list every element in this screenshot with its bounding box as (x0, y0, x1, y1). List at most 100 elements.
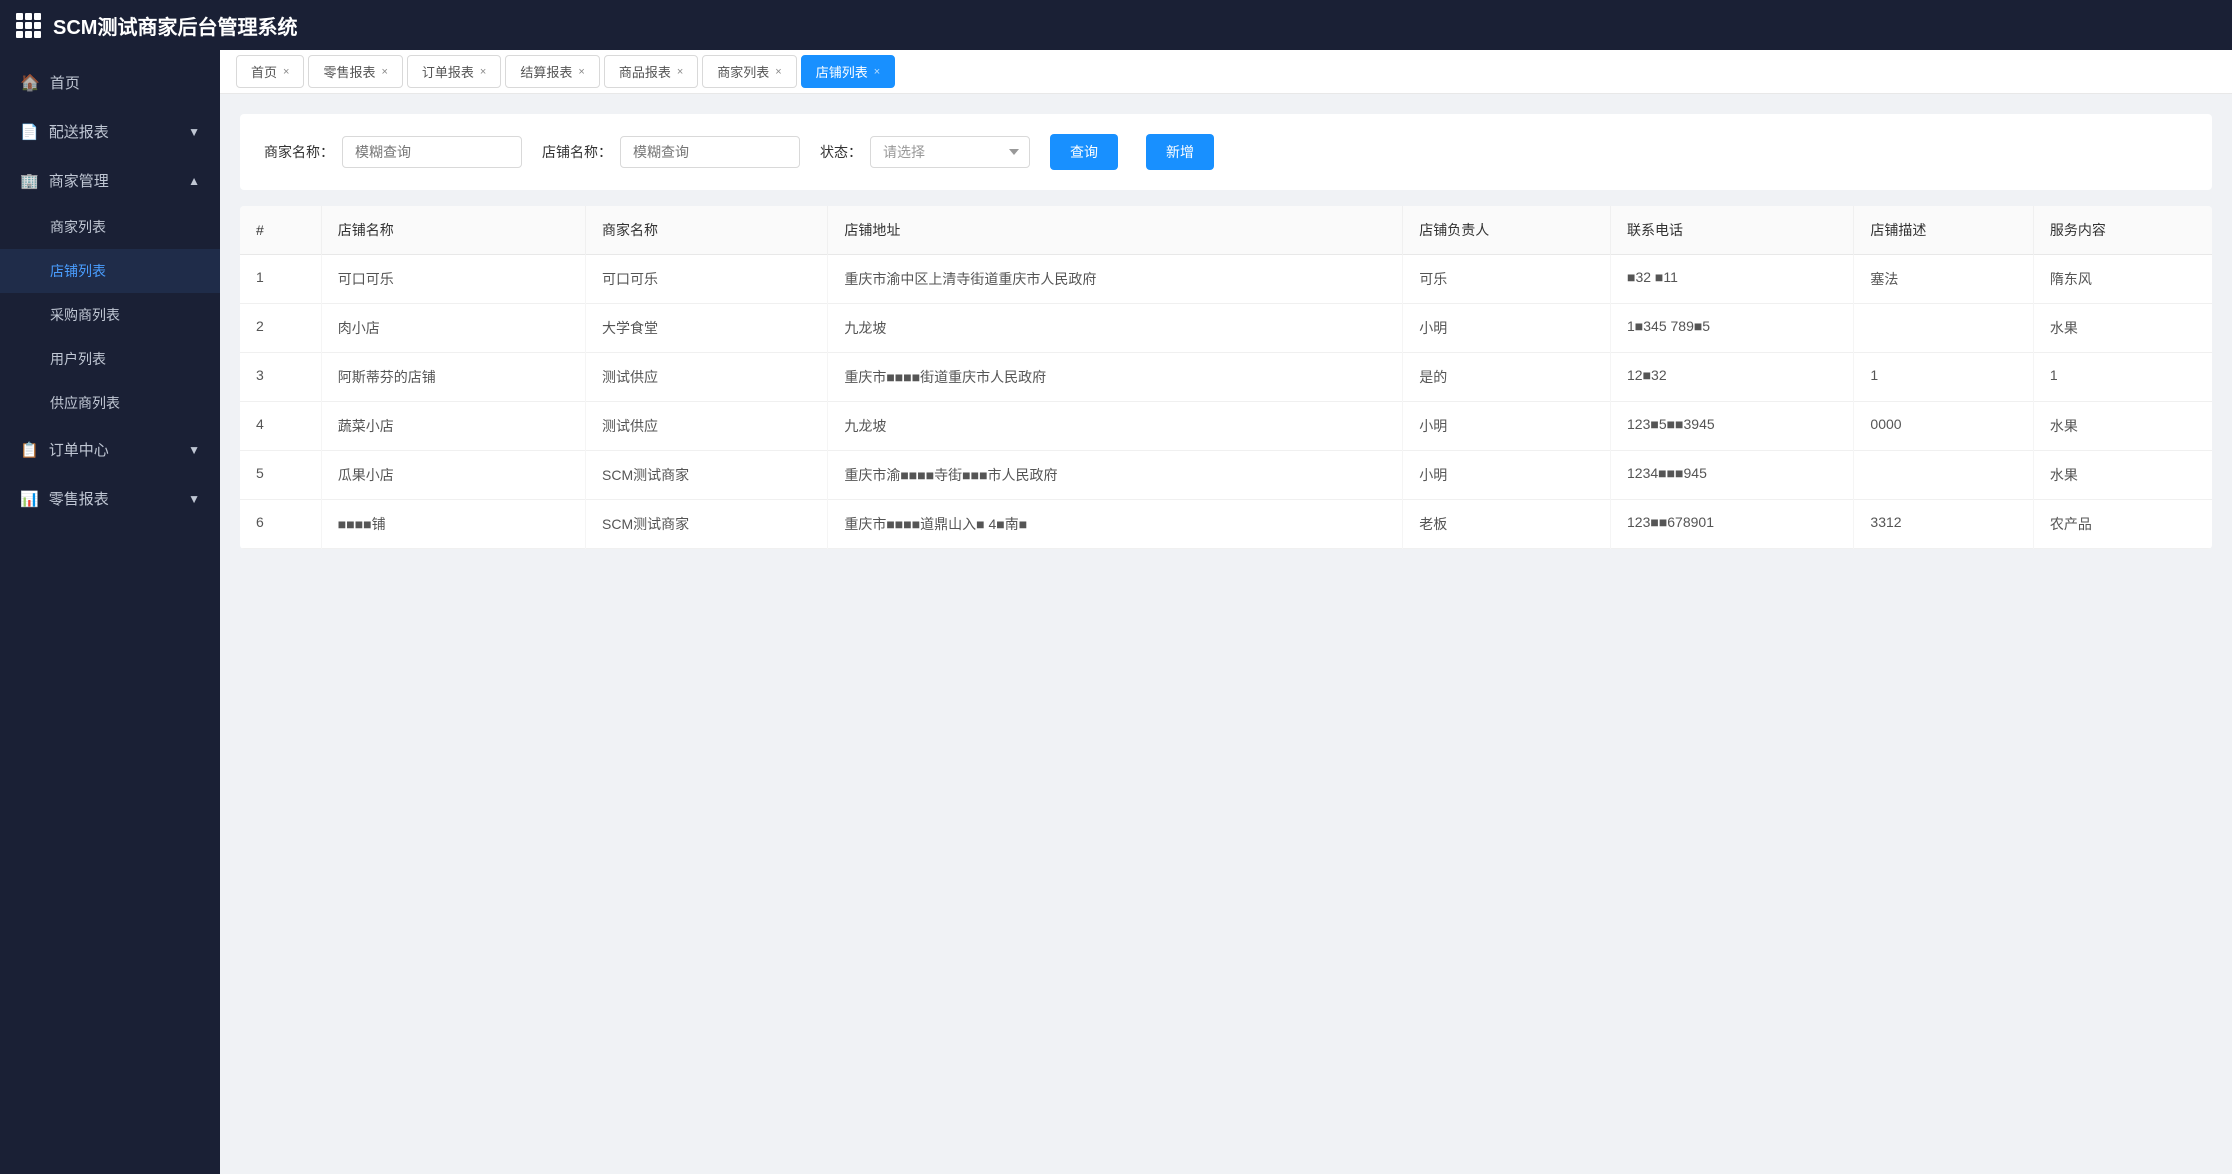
table-row: 5 瓜果小店 SCM测试商家 重庆市渝■■■■寺街■■■市人民政府 小明 123… (240, 451, 2212, 500)
cell-phone: 123■5■■3945 (1611, 402, 1854, 451)
tab-order[interactable]: 订单报表 × (407, 55, 501, 88)
tab-goods[interactable]: 商品报表 × (604, 55, 698, 88)
chevron-down-icon-retail: ▼ (188, 492, 200, 506)
table-row: 3 阿斯蒂芬的店铺 测试供应 重庆市■■■■街道重庆市人民政府 是的 12■32… (240, 353, 2212, 402)
tabs-bar: 首页 × 零售报表 × 订单报表 × 结算报表 × 商品报表 × 商家列表 × (220, 50, 2232, 94)
cell-index: 4 (240, 402, 321, 451)
home-icon: 🏠 (20, 73, 40, 93)
col-index: # (240, 206, 321, 255)
tab-settlement-close[interactable]: × (578, 66, 584, 78)
cell-phone: 123■■678901 (1611, 500, 1854, 549)
cell-store-name: 瓜果小店 (321, 451, 585, 500)
chevron-up-icon: ▲ (188, 174, 200, 188)
col-store-name: 店铺名称 (321, 206, 585, 255)
cell-service: 水果 (2033, 402, 2212, 451)
sidebar-sub-merchant: 商家列表 店铺列表 采购商列表 用户列表 供应商列表 (0, 205, 220, 425)
cell-store-name: 阿斯蒂芬的店铺 (321, 353, 585, 402)
cell-merchant-name: SCM测试商家 (586, 500, 828, 549)
cell-address: 九龙坡 (828, 402, 1403, 451)
table-header-row: # 店铺名称 商家名称 店铺地址 店铺负责人 联系电话 店铺描述 服务内容 (240, 206, 2212, 255)
col-service: 服务内容 (2033, 206, 2212, 255)
cell-description: 塞法 (1854, 255, 2034, 304)
tab-settlement[interactable]: 结算报表 × (505, 55, 599, 88)
status-select[interactable]: 请选择 启用 禁用 (870, 136, 1030, 168)
page-content: 商家名称： 店铺名称： 状态： 请选择 启用 禁用 查询 新增 (220, 94, 2232, 1174)
grid-icon (16, 13, 41, 38)
tab-store-list-close[interactable]: × (874, 66, 880, 78)
app-title: SCM测试商家后台管理系统 (53, 11, 297, 40)
tab-retail-close[interactable]: × (381, 66, 387, 78)
sidebar-item-purchase-list[interactable]: 采购商列表 (0, 293, 220, 337)
table-row: 6 ■■■■铺 SCM测试商家 重庆市■■■■道鼎山入■ 4■南■ 老板 123… (240, 500, 2212, 549)
cell-store-name: 蔬菜小店 (321, 402, 585, 451)
cell-phone: ■32 ■11 (1611, 255, 1854, 304)
tab-order-label: 订单报表 (422, 62, 474, 81)
cell-phone: 1234■■■945 (1611, 451, 1854, 500)
cell-service: 农产品 (2033, 500, 2212, 549)
tab-retail-label: 零售报表 (323, 62, 375, 81)
table-row: 1 可口可乐 可口可乐 重庆市渝中区上清寺街道重庆市人民政府 可乐 ■32 ■1… (240, 255, 2212, 304)
tab-retail[interactable]: 零售报表 × (308, 55, 402, 88)
chevron-down-icon: ▼ (188, 125, 200, 139)
merchant-icon: 🏢 (20, 172, 39, 190)
app-header: SCM测试商家后台管理系统 (0, 0, 2232, 50)
tab-home[interactable]: 首页 × (236, 55, 304, 88)
sidebar-group-merchant: 🏢 商家管理 ▲ 商家列表 店铺列表 采购商列表 用户列表 供应商列表 (0, 156, 220, 425)
sidebar-group-retail: 📊 零售报表 ▼ (0, 474, 220, 523)
cell-manager: 小明 (1403, 304, 1611, 353)
table-row: 2 肉小店 大学食堂 九龙坡 小明 1■345 789■5 水果 (240, 304, 2212, 353)
cell-address: 重庆市■■■■道鼎山入■ 4■南■ (828, 500, 1403, 549)
merchant-name-field: 商家名称： (264, 136, 522, 168)
sidebar-group-delivery: 📄 配送报表 ▼ (0, 107, 220, 156)
store-name-field: 店铺名称： (542, 136, 800, 168)
retail-icon: 📊 (20, 490, 39, 508)
cell-manager: 小明 (1403, 402, 1611, 451)
cell-description: 0000 (1854, 402, 2034, 451)
store-name-label: 店铺名称： (542, 142, 612, 162)
data-table-container: # 店铺名称 商家名称 店铺地址 店铺负责人 联系电话 店铺描述 服务内容 1 … (240, 206, 2212, 549)
store-name-input[interactable] (620, 136, 800, 168)
cell-description (1854, 451, 2034, 500)
cell-service: 水果 (2033, 451, 2212, 500)
cell-index: 6 (240, 500, 321, 549)
cell-phone: 1■345 789■5 (1611, 304, 1854, 353)
main-layout: 🏠 首页 📄 配送报表 ▼ 🏢 商家管理 ▲ 商家列表 店铺列表 (0, 50, 2232, 1174)
status-field: 状态： 请选择 启用 禁用 (820, 136, 1030, 168)
sidebar-group-retail-header[interactable]: 📊 零售报表 ▼ (0, 474, 220, 523)
sidebar-group-order-header[interactable]: 📋 订单中心 ▼ (0, 425, 220, 474)
query-button[interactable]: 查询 (1050, 134, 1118, 170)
sidebar: 🏠 首页 📄 配送报表 ▼ 🏢 商家管理 ▲ 商家列表 店铺列表 (0, 50, 220, 1174)
tab-order-close[interactable]: × (480, 66, 486, 78)
sidebar-item-user-list[interactable]: 用户列表 (0, 337, 220, 381)
cell-store-name: 肉小店 (321, 304, 585, 353)
col-address: 店铺地址 (828, 206, 1403, 255)
tab-store-list-label: 店铺列表 (816, 62, 868, 81)
sidebar-item-store-list[interactable]: 店铺列表 (0, 249, 220, 293)
cell-store-name: 可口可乐 (321, 255, 585, 304)
status-label: 状态： (820, 142, 862, 162)
chevron-down-icon-order: ▼ (188, 443, 200, 457)
sidebar-item-merchant-list[interactable]: 商家列表 (0, 205, 220, 249)
cell-manager: 小明 (1403, 451, 1611, 500)
tab-home-close[interactable]: × (283, 66, 289, 78)
cell-address: 重庆市■■■■街道重庆市人民政府 (828, 353, 1403, 402)
cell-merchant-name: 测试供应 (586, 353, 828, 402)
tab-merchant-list-label: 商家列表 (717, 62, 769, 81)
tab-settlement-label: 结算报表 (520, 62, 572, 81)
tab-merchant-list-close[interactable]: × (775, 66, 781, 78)
cell-service: 水果 (2033, 304, 2212, 353)
tab-goods-close[interactable]: × (677, 66, 683, 78)
cell-store-name: ■■■■铺 (321, 500, 585, 549)
tab-home-label: 首页 (251, 62, 277, 81)
cell-service: 1 (2033, 353, 2212, 402)
tab-merchant-list[interactable]: 商家列表 × (702, 55, 796, 88)
store-table: # 店铺名称 商家名称 店铺地址 店铺负责人 联系电话 店铺描述 服务内容 1 … (240, 206, 2212, 549)
tab-store-list[interactable]: 店铺列表 × (801, 55, 895, 88)
sidebar-item-supplier-list[interactable]: 供应商列表 (0, 381, 220, 425)
sidebar-group-merchant-header[interactable]: 🏢 商家管理 ▲ (0, 156, 220, 205)
merchant-name-input[interactable] (342, 136, 522, 168)
add-button[interactable]: 新增 (1146, 134, 1214, 170)
sidebar-item-home[interactable]: 🏠 首页 (0, 58, 220, 107)
search-bar: 商家名称： 店铺名称： 状态： 请选择 启用 禁用 查询 新增 (240, 114, 2212, 190)
sidebar-group-delivery-header[interactable]: 📄 配送报表 ▼ (0, 107, 220, 156)
